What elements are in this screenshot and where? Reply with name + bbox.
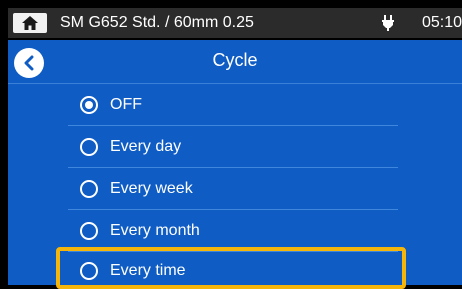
option-label: Every month (110, 221, 200, 239)
option-label: Every day (110, 137, 182, 155)
clock-time: 05:10 (422, 14, 462, 31)
option-every-month[interactable]: Every month (68, 210, 398, 252)
device-frame: SM G652 Std. / 60mm 0.25 05:10 Cycle OFF… (0, 0, 462, 289)
radio-unselected-icon (80, 179, 98, 198)
highlight-box (56, 247, 406, 289)
home-button[interactable] (13, 13, 47, 33)
radio-selected-icon (80, 95, 98, 114)
option-label: OFF (110, 95, 142, 113)
option-every-day[interactable]: Every day (68, 126, 398, 168)
home-icon (22, 16, 38, 30)
splice-mode-title: SM G652 Std. / 60mm 0.25 (60, 14, 254, 31)
option-label: Every week (110, 179, 193, 197)
option-off[interactable]: OFF (68, 84, 398, 126)
page-title: Cycle (212, 50, 258, 70)
option-every-week[interactable]: Every week (68, 168, 398, 210)
radio-unselected-icon (80, 221, 98, 240)
plug-icon (382, 15, 394, 31)
radio-unselected-icon (80, 137, 98, 156)
status-bar: SM G652 Std. / 60mm 0.25 05:10 (8, 8, 462, 38)
